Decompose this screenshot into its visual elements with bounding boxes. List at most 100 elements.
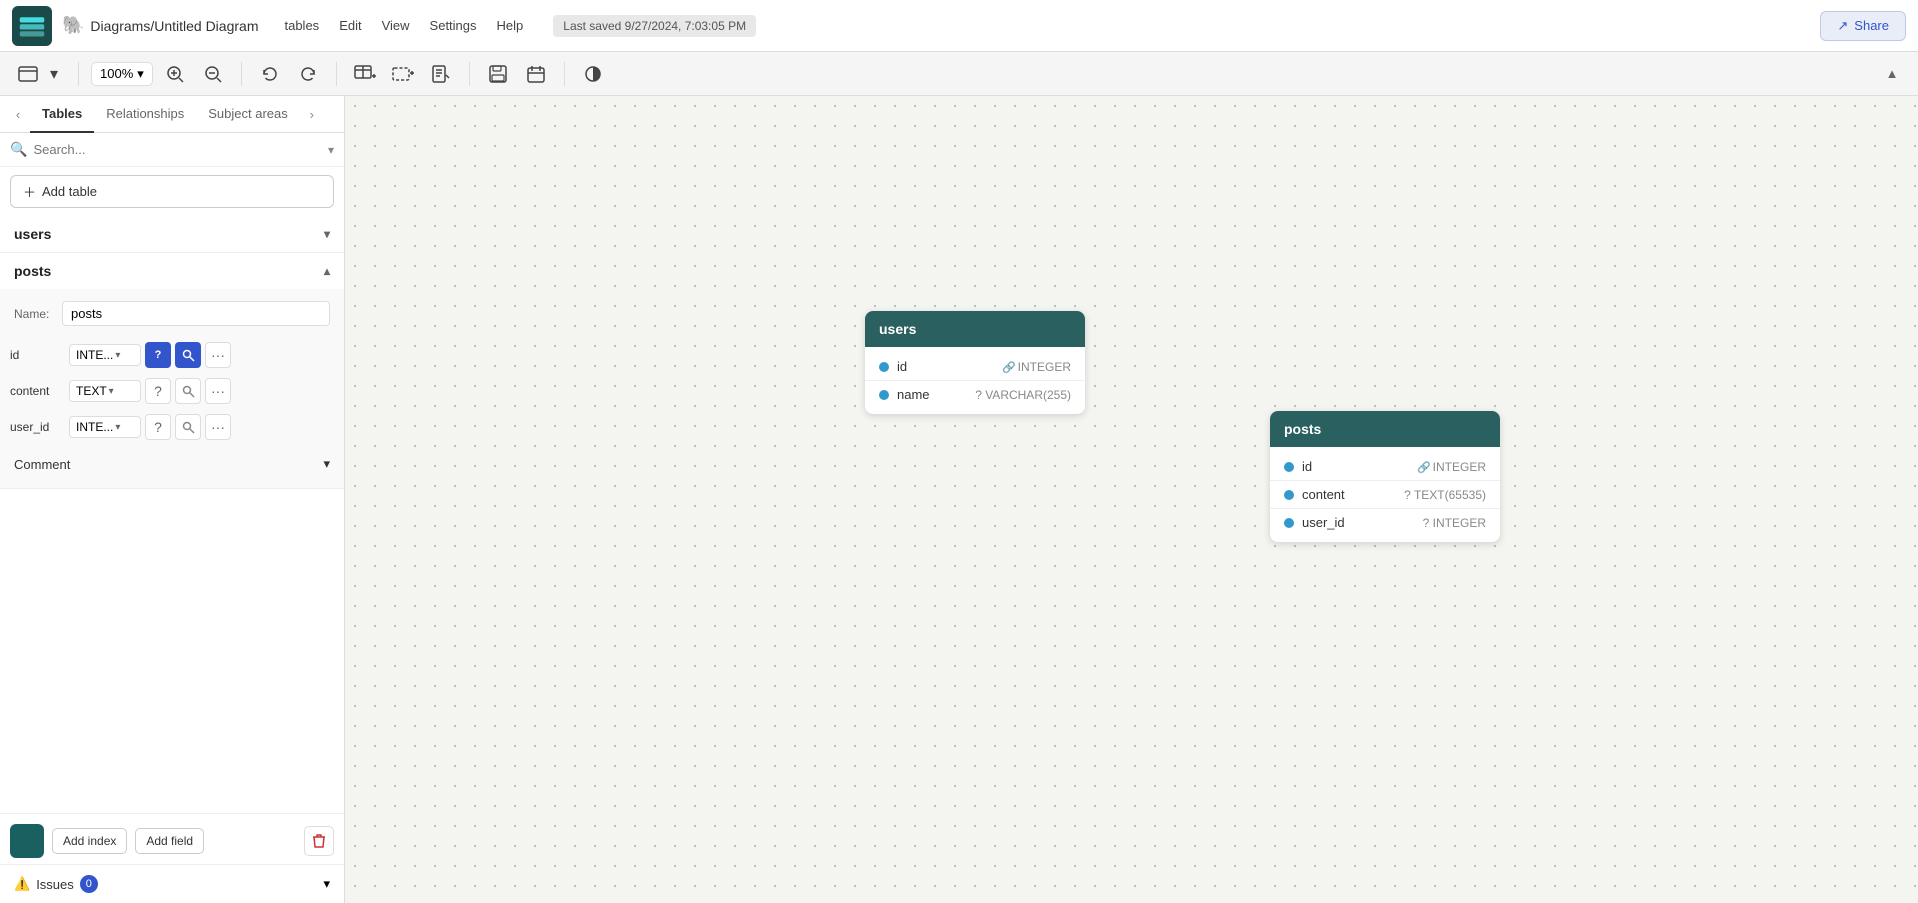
zoom-out-btn[interactable] (197, 58, 229, 90)
canvas-users-field-id-dot (879, 362, 889, 372)
field-content-link-btn[interactable] (175, 378, 201, 404)
sidebar-table-posts-name: posts (14, 263, 51, 279)
collapse-toolbar-btn[interactable]: ▲ (1878, 60, 1906, 88)
field-id-more-btn[interactable]: ··· (205, 342, 231, 368)
add-table-tool-btn[interactable] (349, 58, 381, 90)
toolbar: ▾ 100% ▾ (0, 52, 1918, 96)
field-userid-link-btn[interactable] (175, 414, 201, 440)
field-userid-type-chevron: ▾ (115, 422, 120, 433)
canvas-table-posts[interactable]: posts id 🔗INTEGER content ? (1270, 411, 1500, 542)
field-content-notnull-btn[interactable]: ? (145, 378, 171, 404)
field-id-type-chevron: ▾ (115, 350, 120, 361)
menu-bar: tables Edit View Settings Help (276, 14, 531, 37)
issues-left: ⚠️ Issues 0 (14, 875, 98, 893)
issues-bar[interactable]: ⚠️ Issues 0 ▾ (0, 864, 344, 903)
add-table-button[interactable]: ＋ Add table (10, 175, 334, 208)
canvas-users-field-id-type: 🔗INTEGER (1002, 360, 1071, 374)
diagram-style-dropdown-btn[interactable]: ▾ (46, 58, 62, 90)
canvas-users-field-name-type: ? VARCHAR(255) (975, 388, 1071, 402)
field-row-userid: user_id INTE... ▾ ? ··· (10, 412, 334, 442)
posts-name-row: Name: (10, 297, 334, 330)
canvas-posts-field-id-type-icon: 🔗 (1417, 462, 1431, 474)
sidebar-table-users: users ▾ (0, 216, 344, 253)
tab-tables[interactable]: Tables (30, 96, 94, 133)
posts-expanded-content: Name: id INTE... ▾ ? (0, 289, 344, 488)
sidebar-content: users ▾ posts ▴ Name: (0, 216, 344, 813)
menu-view[interactable]: View (374, 14, 418, 37)
menu-settings[interactable]: Settings (422, 14, 485, 37)
zoom-in-btn[interactable] (159, 58, 191, 90)
issues-warning-icon: ⚠️ (14, 876, 30, 892)
field-userid-more-btn[interactable]: ··· (205, 414, 231, 440)
canvas-posts-field-content: content ? TEXT(65535) (1270, 481, 1500, 509)
sidebar: ‹ Tables Relationships Subject areas › 🔍… (0, 96, 345, 903)
diagram-style-btn[interactable] (12, 58, 44, 90)
canvas-posts-field-userid-name: user_id (1302, 515, 1345, 530)
save-btn[interactable] (482, 58, 514, 90)
add-area-tool-btn[interactable] (387, 58, 419, 90)
contrast-btn[interactable] (577, 58, 609, 90)
top-bar: 🐘 Diagrams/Untitled Diagram tables Edit … (0, 0, 1918, 52)
field-content-name: content (10, 384, 65, 398)
add-field-button[interactable]: Add field (135, 828, 204, 854)
posts-name-input[interactable] (62, 301, 330, 326)
app-logo (12, 6, 52, 46)
canvas-table-users[interactable]: users id 🔗INTEGER name ? VA (865, 311, 1085, 414)
posts-name-label: Name: (14, 307, 54, 321)
search-dropdown-icon[interactable]: ▾ (328, 143, 334, 157)
menu-help[interactable]: Help (489, 14, 532, 37)
zoom-level: 100% (100, 66, 133, 81)
field-id-type-select[interactable]: INTE... ▾ (69, 344, 141, 366)
add-note-tool-btn[interactable] (425, 58, 457, 90)
main-layout: ‹ Tables Relationships Subject areas › 🔍… (0, 96, 1918, 903)
posts-actions: Add index Add field (0, 813, 344, 864)
posts-color-btn[interactable] (10, 824, 44, 858)
field-id-key-btn[interactable] (175, 342, 201, 368)
menu-file[interactable]: tables (276, 14, 327, 37)
tab-subject-areas[interactable]: Subject areas (196, 96, 300, 133)
canvas-table-users-header: users (865, 311, 1085, 347)
canvas-table-users-body: id 🔗INTEGER name ? VARCHAR(255) (865, 347, 1085, 414)
issues-label: Issues (36, 877, 74, 892)
delete-table-button[interactable] (304, 826, 334, 856)
zoom-display[interactable]: 100% ▾ (91, 62, 153, 86)
save-status: Last saved 9/27/2024, 7:03:05 PM (553, 15, 756, 37)
search-input[interactable] (33, 142, 322, 157)
sidebar-table-users-name: users (14, 226, 51, 242)
canvas-users-field-id-name: id (897, 359, 907, 374)
field-userid-notnull-btn[interactable]: ? (145, 414, 171, 440)
field-id-notnull-btn[interactable]: ? (145, 342, 171, 368)
canvas-posts-field-id-dot (1284, 462, 1294, 472)
add-table-icon: ＋ (23, 182, 36, 201)
undo-btn[interactable] (254, 58, 286, 90)
canvas-users-field-id: id 🔗INTEGER (865, 353, 1085, 381)
field-userid-type-label: INTE... (76, 420, 113, 434)
field-content-type-select[interactable]: TEXT ▾ (69, 380, 141, 402)
redo-btn[interactable] (292, 58, 324, 90)
sidebar-table-posts-chevron: ▴ (324, 264, 330, 278)
add-index-button[interactable]: Add index (52, 828, 127, 854)
toolbar-sep-1 (78, 62, 79, 86)
calendar-btn[interactable] (520, 58, 552, 90)
canvas-users-field-name-name: name (897, 387, 930, 402)
toolbar-sep-5 (564, 62, 565, 86)
tab-arrow-left[interactable]: ‹ (6, 102, 30, 126)
canvas-users-field-name: name ? VARCHAR(255) (865, 381, 1085, 408)
comment-row[interactable]: Comment ▾ (10, 448, 334, 480)
toolbar-sep-3 (336, 62, 337, 86)
sidebar-table-users-header[interactable]: users ▾ (0, 216, 344, 252)
menu-edit[interactable]: Edit (331, 14, 369, 37)
tab-arrow-right[interactable]: › (300, 102, 324, 126)
field-userid-type-select[interactable]: INTE... ▾ (69, 416, 141, 438)
sidebar-table-posts-header[interactable]: posts ▴ (0, 253, 344, 289)
field-content-type-label: TEXT (76, 384, 107, 398)
field-id-type-label: INTE... (76, 348, 113, 362)
canvas[interactable]: users id 🔗INTEGER name ? VA (345, 96, 1918, 903)
share-button[interactable]: ↗ Share (1820, 11, 1906, 41)
field-content-more-btn[interactable]: ··· (205, 378, 231, 404)
canvas-users-field-id-left: id (879, 359, 907, 374)
tab-relationships[interactable]: Relationships (94, 96, 196, 133)
add-table-label: Add table (42, 184, 97, 199)
canvas-posts-field-content-type: ? TEXT(65535) (1404, 488, 1486, 502)
field-id-name: id (10, 348, 65, 362)
